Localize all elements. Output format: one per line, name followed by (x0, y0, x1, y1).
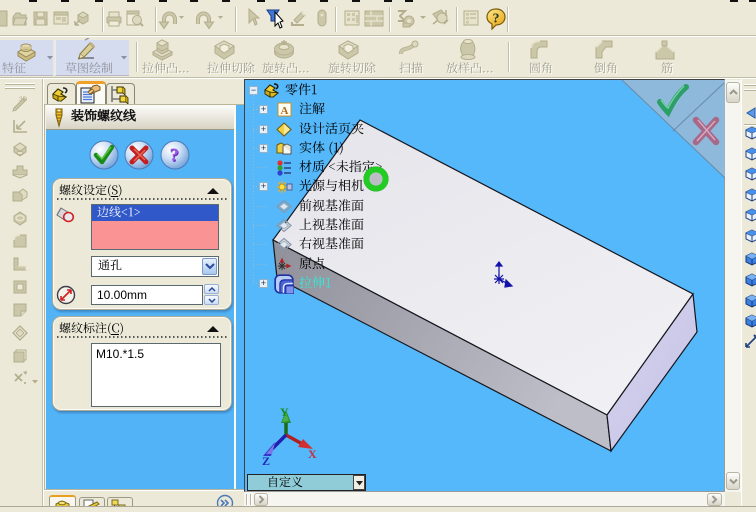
svg-text:X: X (308, 447, 317, 461)
svg-text:?: ? (493, 12, 500, 27)
svg-text:3D: 3D (19, 96, 28, 103)
svg-text:Y: Y (280, 405, 289, 419)
svg-text:Z: Z (262, 454, 270, 467)
svg-text:?: ? (169, 145, 179, 166)
